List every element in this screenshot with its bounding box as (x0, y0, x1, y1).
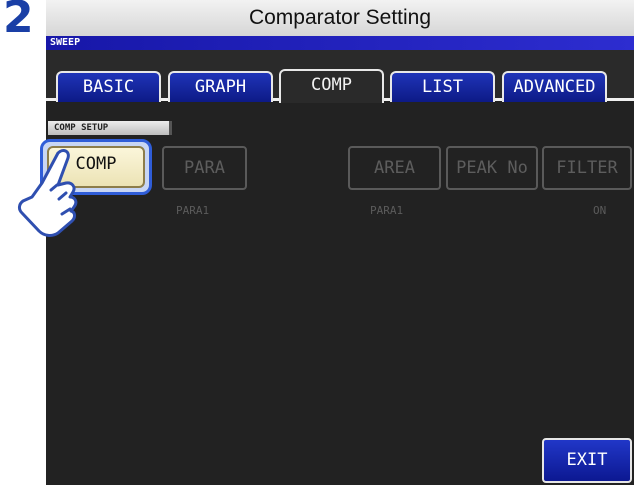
filter-value: ON (593, 204, 607, 217)
tab-advanced[interactable]: ADVANCED (502, 71, 607, 102)
tab-graph[interactable]: GRAPH (168, 71, 273, 102)
area-value: PARA1 (370, 204, 404, 217)
tab-basic[interactable]: BASIC (56, 71, 161, 102)
device-screen: SWEEP BASIC GRAPH COMP LIST ADVANCED COM… (40, 36, 634, 485)
para-button[interactable]: PARA (162, 146, 247, 190)
tab-bar: BASIC GRAPH COMP LIST ADVANCED (46, 50, 634, 103)
title-bar: Comparator Setting (46, 0, 634, 37)
para-value: PARA1 (176, 204, 210, 217)
exit-button[interactable]: EXIT (542, 438, 632, 483)
section-label: COMP SETUP (48, 121, 172, 135)
area-button[interactable]: AREA (348, 146, 441, 190)
step-number: 2 (3, 0, 34, 43)
page-title: Comparator Setting (248, 6, 432, 29)
tab-comp[interactable]: COMP (279, 69, 384, 103)
hand-pointer-icon (18, 149, 78, 237)
peak-no-button[interactable]: PEAK No (446, 146, 538, 190)
section-label-text: COMP SETUP (54, 123, 109, 133)
mode-strip: SWEEP (46, 36, 634, 50)
filter-button[interactable]: FILTER (542, 146, 632, 190)
mode-label: SWEEP (50, 37, 81, 48)
tab-list[interactable]: LIST (390, 71, 495, 102)
